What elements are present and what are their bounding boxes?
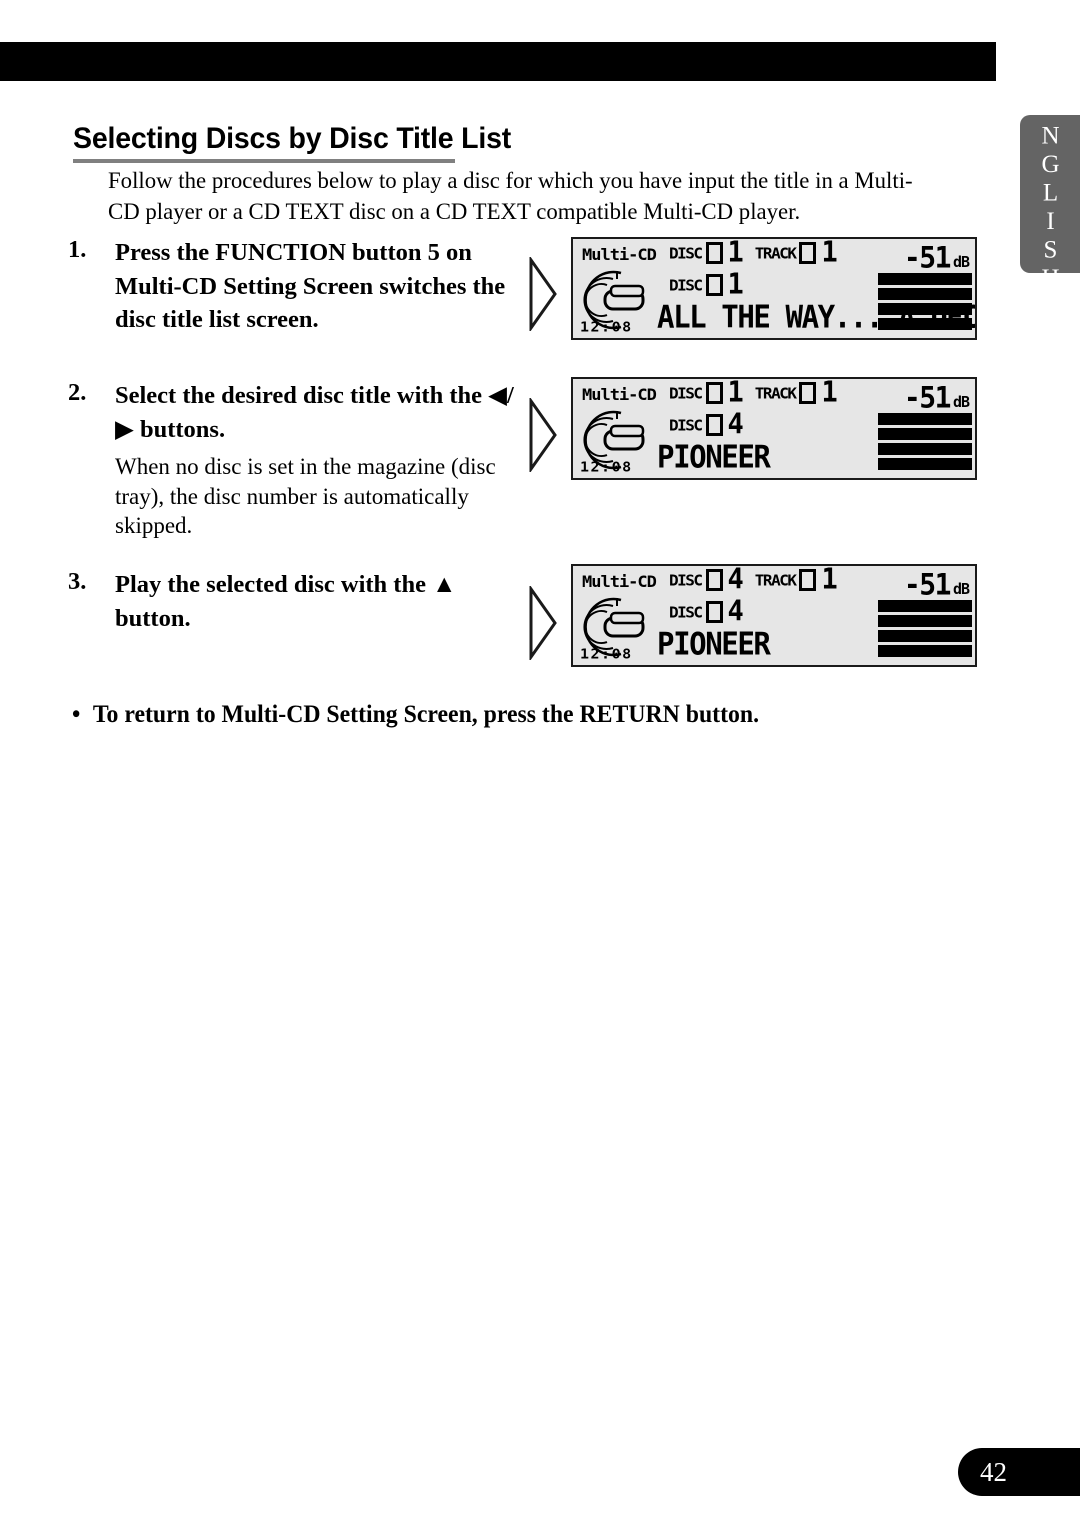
lcd-disc-track-row: DISC 4 TRACK 1: [669, 564, 849, 596]
lcd-track-label: TRACK: [754, 384, 797, 402]
step-note-2: When no disc is set in the magazine (dis…: [115, 454, 496, 538]
page-number: 42: [980, 1456, 1007, 1487]
lcd-level-bar: [878, 615, 972, 627]
lcd-list-disc-box-icon: [705, 601, 723, 623]
lcd-display-panel: Multi-CD DISC 4 TRACK 1 DISC 4 PIONEER 1…: [571, 564, 977, 667]
page-title-text: Selecting Discs by Disc Title List: [73, 122, 512, 155]
lcd-disc-box-icon: [705, 569, 723, 591]
lcd-level-bar: [878, 443, 972, 455]
lcd-level-bar: [878, 413, 972, 425]
flow-arrow-icon: [528, 396, 558, 474]
lcd-disc-label: DISC: [669, 571, 703, 589]
lcd-disc-number: 1: [727, 237, 744, 269]
lcd-source-label: Multi-CD: [582, 385, 657, 405]
lcd-list-disc-label: DISC: [669, 603, 703, 621]
step-title-2: Select the desired disc title with the ◀…: [115, 382, 514, 443]
lcd-source-label: Multi-CD: [582, 572, 657, 592]
step-number-3: 3.: [68, 568, 87, 595]
lcd-track-box-icon: [799, 569, 817, 591]
lcd-list-disc-row: DISC 1: [669, 268, 755, 301]
lcd-list-disc-number: 4: [727, 595, 744, 628]
lcd-disc-box-icon: [705, 382, 723, 404]
page-number-badge: 42: [958, 1448, 1080, 1496]
step-number-1: 1.: [68, 236, 87, 263]
lcd-level-unit: dB: [952, 580, 970, 598]
lcd-list-disc-box-icon: [705, 274, 723, 296]
lcd-track-label: TRACK: [754, 571, 797, 589]
lcd-track-label: TRACK: [754, 244, 797, 262]
page-title: Selecting Discs by Disc Title List: [73, 122, 512, 163]
lcd-level-readout: -51 dB: [903, 240, 970, 275]
language-tab-label: ENGLISH: [1037, 94, 1064, 294]
lcd-level-bar: [878, 303, 972, 315]
lcd-list-disc-row: DISC 4: [669, 595, 755, 628]
flow-arrow-icon: [528, 584, 558, 662]
lcd-level-value: -51: [903, 380, 952, 415]
return-note-text: To return to Multi-CD Setting Screen, pr…: [92, 701, 760, 728]
lcd-level-bar: [878, 630, 972, 642]
lcd-clock: 12:08: [580, 458, 633, 476]
lcd-list-disc-label: DISC: [669, 416, 703, 434]
lcd-disc-track-row: DISC 1 TRACK 1: [669, 237, 849, 269]
lcd-track-number: 1: [821, 564, 837, 596]
lcd-list-disc-box-icon: [705, 414, 723, 436]
lcd-track-number: 1: [821, 377, 837, 409]
lcd-display-panel: Multi-CD DISC 1 TRACK 1 DISC 1 ALL THE W…: [571, 237, 977, 340]
lcd-list-disc-label: DISC: [669, 276, 703, 294]
step-title-1: Press the FUNCTION button 5 on Multi-CD …: [115, 239, 506, 333]
bullet-icon: •: [72, 701, 81, 728]
lcd-clock: 12:08: [580, 318, 633, 336]
lcd-level-unit: dB: [952, 393, 970, 411]
lcd-level-bar: [878, 645, 972, 657]
lcd-level-bars: [878, 600, 972, 660]
lcd-display-panel: Multi-CD DISC 1 TRACK 1 DISC 4 PIONEER 1…: [571, 377, 977, 480]
lcd-track-number: 1: [821, 237, 837, 269]
lcd-disc-number: 4: [727, 564, 744, 596]
step-title-3: Play the selected disc with the ▲ button…: [115, 571, 457, 632]
lcd-level-bar: [878, 428, 972, 440]
step-number-2: 2.: [68, 379, 87, 406]
lcd-level-bar: [878, 273, 972, 285]
lcd-track-box-icon: [799, 382, 817, 404]
step-item-1: 1. Press the FUNCTION button 5 on Multi-…: [68, 236, 518, 337]
lcd-level-bar: [878, 458, 972, 470]
lcd-disc-track-row: DISC 1 TRACK 1: [669, 377, 849, 409]
step-item-3: 3. Play the selected disc with the ▲ but…: [68, 568, 518, 635]
lcd-level-value: -51: [903, 567, 952, 602]
lcd-list-disc-number: 1: [727, 268, 744, 301]
return-note: • To return to Multi-CD Setting Screen, p…: [72, 701, 927, 729]
lcd-level-value: -51: [903, 240, 952, 275]
lcd-disc-label: DISC: [669, 384, 703, 402]
lcd-list-disc-number: 4: [727, 408, 744, 441]
lcd-level-bar: [878, 318, 972, 330]
lcd-clock: 12:08: [580, 645, 633, 663]
title-underline: [73, 159, 455, 163]
lcd-level-readout: -51 dB: [903, 567, 970, 602]
lcd-disc-title: PIONEER: [657, 439, 771, 476]
step-item-2: 2. Select the desired disc title with th…: [68, 379, 518, 541]
intro-paragraph: Follow the procedures below to play a di…: [108, 168, 913, 225]
lcd-track-box-icon: [799, 242, 817, 264]
lcd-disc-number: 1: [727, 377, 744, 409]
header-black-bar: [0, 42, 996, 81]
lcd-level-bars: [878, 413, 972, 473]
lcd-level-bar: [878, 288, 972, 300]
lcd-disc-title: PIONEER: [657, 626, 771, 663]
lcd-level-bar: [878, 600, 972, 612]
lcd-list-disc-row: DISC 4: [669, 408, 755, 441]
lcd-level-bars: [878, 273, 972, 333]
lcd-source-label: Multi-CD: [582, 245, 657, 265]
lcd-disc-label: DISC: [669, 244, 703, 262]
lcd-level-readout: -51 dB: [903, 380, 970, 415]
lcd-disc-box-icon: [705, 242, 723, 264]
lcd-level-unit: dB: [952, 253, 970, 271]
language-tab-english: ENGLISH: [1020, 94, 1080, 294]
flow-arrow-icon: [528, 255, 558, 333]
